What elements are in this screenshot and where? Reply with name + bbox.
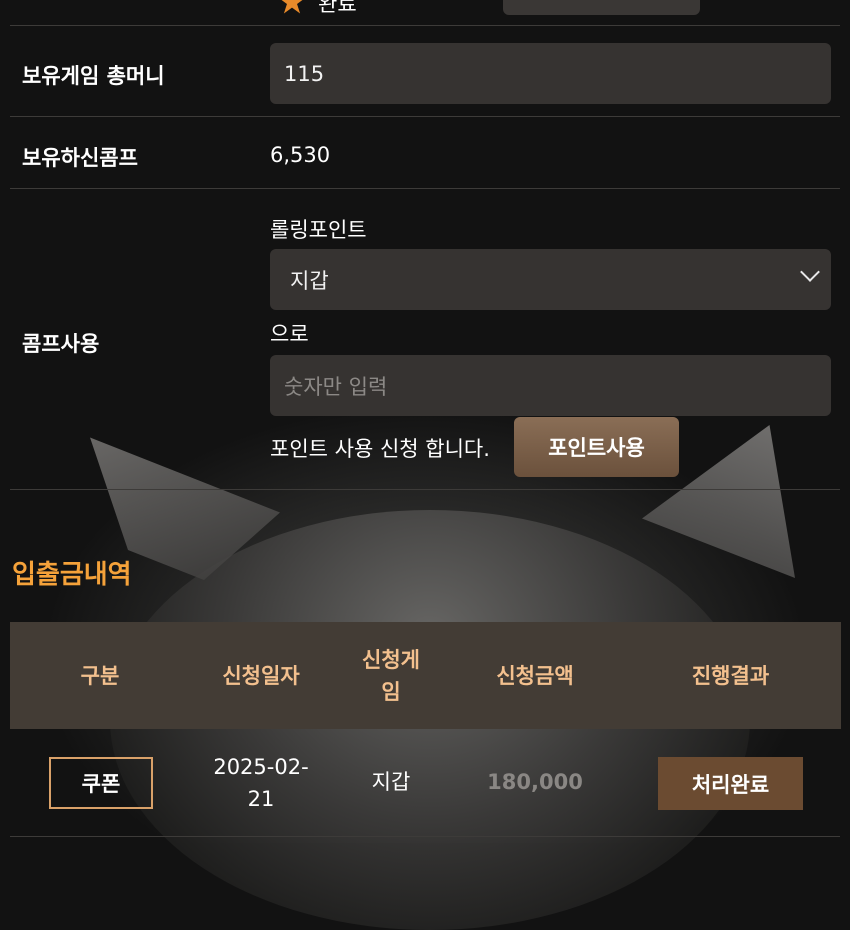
status-badge: 처리완료 xyxy=(658,757,803,810)
game-money-field: 115 xyxy=(270,43,831,104)
game-money-value: 115 xyxy=(284,61,325,86)
type-badge: 쿠폰 xyxy=(49,757,153,809)
divider xyxy=(10,116,840,117)
wallet-select[interactable]: 지갑 xyxy=(270,249,831,310)
divider xyxy=(10,188,840,189)
comp-label: 보유하신콤프 xyxy=(22,146,138,170)
amount-cell: 180,000 xyxy=(487,770,583,794)
wallet-select-value: 지갑 xyxy=(290,268,329,293)
chevron-down-icon xyxy=(800,262,820,282)
history-title: 입출금내역 xyxy=(12,560,132,590)
to-label: 으로 xyxy=(270,322,309,346)
column-header: 신청금액 xyxy=(496,663,574,688)
amount-input[interactable]: 숫자만 입력 xyxy=(270,355,831,416)
use-point-button[interactable]: 포인트사용 xyxy=(514,417,679,477)
top-fragment-button[interactable] xyxy=(503,0,700,15)
column-header: 구분 xyxy=(80,663,120,688)
rolling-point-label: 롤링포인트 xyxy=(270,218,367,242)
game-money-label: 보유게임 총머니 xyxy=(22,64,165,88)
date-cell: 2025-02- 21 xyxy=(213,755,309,811)
divider xyxy=(10,25,840,26)
table-header: 구분 신청일자 신청게 임 신청금액 진행결과 xyxy=(10,622,841,729)
comp-use-label: 콤프사용 xyxy=(22,332,100,356)
divider xyxy=(10,489,840,490)
amount-placeholder: 숫자만 입력 xyxy=(284,374,388,399)
column-header: 신청일자 xyxy=(222,663,300,688)
top-fragment-text: 완료 xyxy=(318,0,357,16)
column-header: 신청게 임 xyxy=(362,647,420,704)
apply-text: 포인트 사용 신청 합니다. xyxy=(270,437,490,461)
game-cell: 지갑 xyxy=(371,770,411,794)
star-icon xyxy=(278,0,306,14)
comp-value: 6,530 xyxy=(270,143,331,167)
column-header: 진행결과 xyxy=(691,663,770,688)
divider xyxy=(10,836,840,837)
